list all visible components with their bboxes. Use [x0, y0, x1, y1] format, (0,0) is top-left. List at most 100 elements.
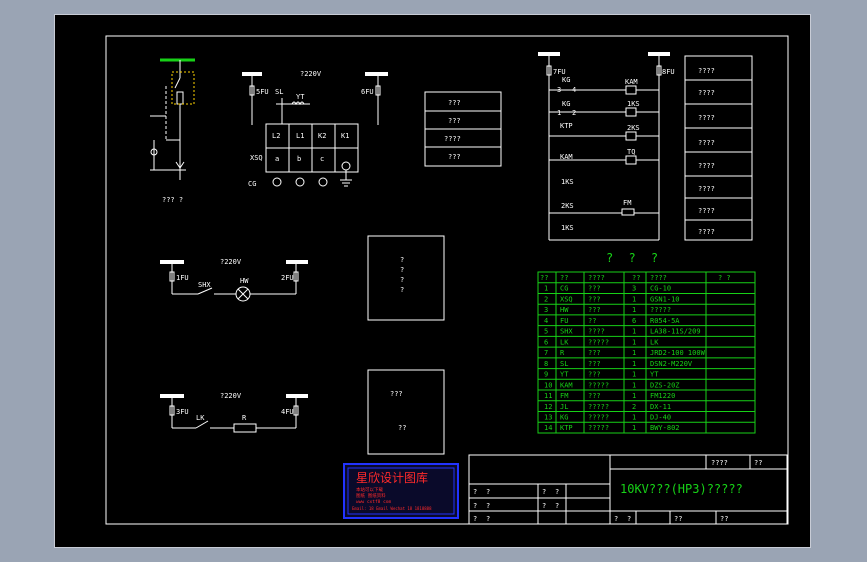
svg-text:?: ? — [400, 276, 404, 284]
svg-text:KAM: KAM — [625, 78, 638, 86]
table-cell: 1 — [632, 295, 636, 303]
contact-b: b — [297, 155, 301, 163]
table-cell: 11 — [544, 392, 552, 400]
table-header-cell: ???? — [650, 274, 667, 282]
svg-text:??: ?? — [720, 515, 728, 523]
svg-text:?: ? — [473, 488, 477, 496]
contact-c: c — [320, 155, 324, 163]
table-cell: 14 — [544, 424, 552, 432]
table-cell: ??? — [588, 371, 601, 379]
svg-text:本站可以下载: 本站可以下载 — [356, 486, 383, 493]
table-cell: DJ-40 — [650, 413, 671, 421]
table-cell: ??? — [588, 295, 601, 303]
svg-text:1: 1 — [557, 109, 561, 117]
table-cell: ??? — [588, 306, 601, 314]
svg-text:SHX: SHX — [198, 281, 211, 289]
table-title: ? ? ? — [606, 251, 662, 265]
table-cell: ????? — [588, 413, 609, 421]
heater-voltage: ?220V — [220, 392, 242, 400]
table-cell: DZS-20Z — [650, 381, 680, 389]
cg-label: CG — [248, 180, 256, 188]
table-header-cell: ? ? — [718, 274, 731, 282]
terminal-k2: K2 — [318, 132, 326, 140]
table-cell: 6 — [632, 317, 636, 325]
svg-text:Email: 18 Email Wechat 18 181: Email: 18 Email Wechat 18 1818888 — [352, 506, 432, 511]
svg-text:?: ? — [400, 256, 404, 264]
table-cell: ???? — [588, 328, 605, 336]
table-cell: ????? — [588, 424, 609, 432]
table-cell: 8 — [544, 360, 548, 368]
table-cell: 3 — [632, 285, 636, 293]
table-cell: JL — [560, 403, 568, 411]
svg-text:LK: LK — [196, 414, 205, 422]
svg-text:KG: KG — [562, 100, 570, 108]
svg-text:????: ???? — [698, 228, 715, 236]
table-cell: XSQ — [560, 295, 573, 303]
table-cell: JRD2-100 100W — [650, 349, 706, 357]
table-cell: 9 — [544, 371, 548, 379]
table-cell: ??? — [588, 392, 601, 400]
contact-a: a — [275, 155, 279, 163]
table-cell: 10 — [544, 381, 552, 389]
yt-label: YT — [296, 93, 305, 101]
legend-small-1: ??? — [448, 99, 461, 107]
table-cell: SL — [560, 360, 568, 368]
control-voltage: ?220V — [300, 70, 322, 78]
table-cell: 1 — [632, 360, 636, 368]
svg-text:4: 4 — [572, 86, 576, 94]
table-cell: 1 — [632, 328, 636, 336]
table-header-cell: ?? — [632, 274, 640, 282]
terminal-k1: K1 — [341, 132, 349, 140]
table-cell: LK — [560, 338, 569, 346]
logo-stamp: 星欣设计图库 本站可以下载 图纸 图纸资料 www cxtf8 com Emai… — [343, 463, 459, 519]
svg-text:?: ? — [473, 515, 477, 523]
primary-label: ??? ? — [162, 196, 183, 204]
legend-right — [684, 55, 753, 241]
svg-text:???: ??? — [390, 390, 403, 398]
table-cell: YT — [560, 371, 569, 379]
table-cell: LK — [650, 338, 659, 346]
table-cell: ????? — [588, 338, 609, 346]
table-cell: 1 — [632, 424, 636, 432]
table-cell: 1 — [632, 413, 636, 421]
table-cell: CG-10 — [650, 285, 671, 293]
svg-text:www cxtf8 com: www cxtf8 com — [356, 499, 392, 505]
fuse-6fu: 6FU — [361, 88, 374, 96]
resistor-icon — [233, 423, 257, 433]
table-cell: 1 — [632, 392, 636, 400]
svg-text:图纸 图纸资料: 图纸 图纸资料 — [356, 492, 386, 499]
table-cell: R054-5A — [650, 317, 680, 325]
table-cell: ??? — [588, 285, 601, 293]
svg-text:3: 3 — [557, 86, 561, 94]
table-cell: 1 — [632, 338, 636, 346]
schematic: ??? ? ?220V 5FU 6FU SL YT L2 L1 K2 K1 XS… — [105, 35, 789, 525]
svg-text:星欣设计图库: 星欣设计图库 — [356, 470, 428, 485]
svg-text:1KS: 1KS — [627, 100, 640, 108]
svg-text:????: ???? — [698, 67, 715, 75]
svg-text:R: R — [242, 414, 247, 422]
table-cell: KTP — [560, 424, 573, 432]
svg-text:?: ? — [542, 488, 546, 496]
table-cell: FU — [560, 317, 568, 325]
note-box-2 — [367, 369, 445, 455]
svg-text:KTP: KTP — [560, 122, 573, 130]
table-cell: 1 — [632, 349, 636, 357]
svg-text:?: ? — [486, 515, 490, 523]
table-cell: 13 — [544, 413, 552, 421]
svg-text:TQ: TQ — [627, 148, 635, 156]
svg-text:????: ???? — [698, 89, 715, 97]
table-header-cell: ???? — [588, 274, 605, 282]
terminal-l2: L2 — [272, 132, 280, 140]
legend-small-2: ??? — [448, 117, 461, 125]
table-cell: 1 — [544, 285, 548, 293]
svg-text:????: ???? — [698, 162, 715, 170]
fuse-8fu: 8FU — [662, 68, 675, 76]
table-cell: ????? — [650, 306, 671, 314]
table-cell: ?? — [588, 317, 596, 325]
table-cell: 1 — [632, 306, 636, 314]
svg-text:KG: KG — [562, 76, 570, 84]
table-cell: 6 — [544, 338, 548, 346]
svg-text:2KS: 2KS — [561, 202, 574, 210]
table-cell: HW — [560, 306, 569, 314]
svg-text:FM: FM — [623, 199, 631, 207]
